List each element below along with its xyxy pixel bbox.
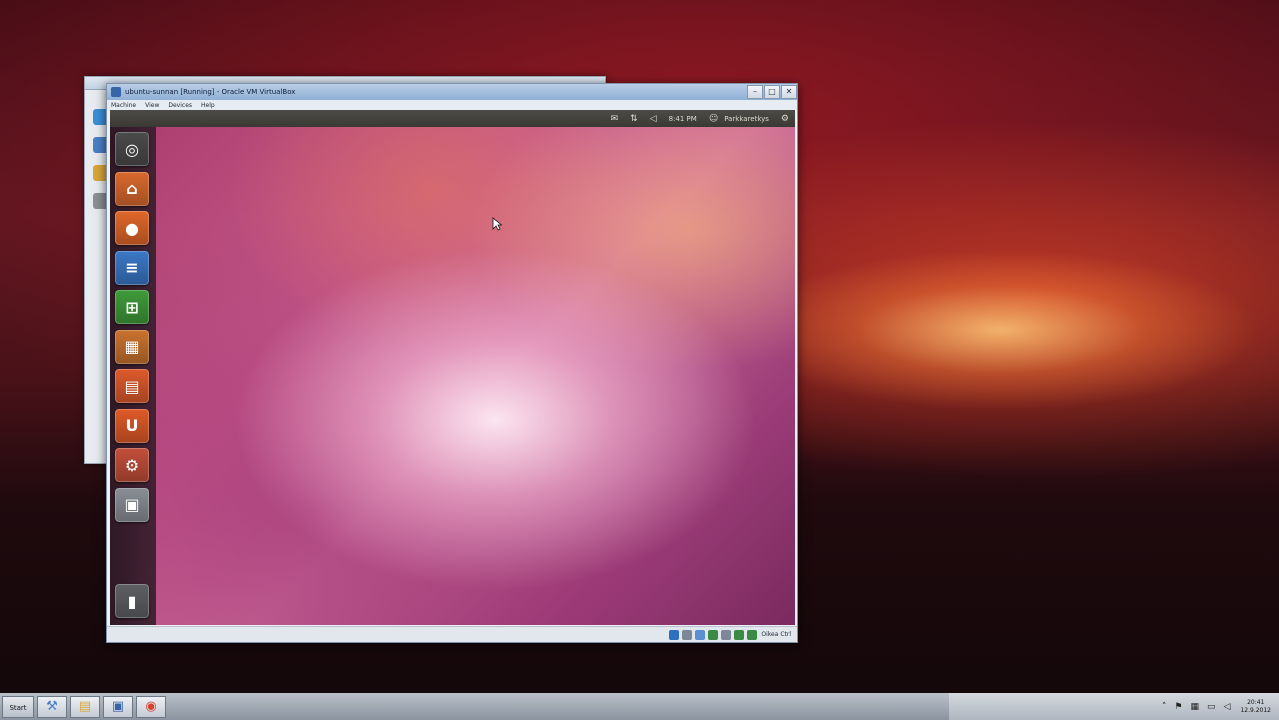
network-icon[interactable] — [708, 629, 719, 640]
explorer-icon: ⚒ — [46, 699, 58, 714]
launcher-home-folder[interactable]: ⌂ — [115, 171, 149, 206]
taskbar-explorer[interactable]: ⚒ — [37, 695, 67, 718]
close-button[interactable]: ✕ — [781, 85, 797, 99]
ubuntu-one-icon: U — [125, 416, 139, 435]
host-key-label: Oikea Ctrl — [761, 631, 791, 638]
tray-time: 20:41 — [1247, 698, 1265, 706]
taskbar-folder[interactable]: ▤ — [70, 695, 100, 718]
system-tray: ˄ ⚑ ▦ ▭ ◁ 20:41 12.9.2012 — [949, 693, 1279, 720]
panel-clock[interactable]: 8:41 PM — [669, 115, 697, 123]
menu-machine[interactable]: Machine — [111, 102, 136, 109]
cd-icon[interactable] — [669, 629, 680, 640]
writer-icon: ≡ — [125, 258, 139, 277]
virtualbox-titlebar[interactable]: ubuntu-sunnan [Running] - Oracle VM Virt… — [107, 84, 797, 100]
monitor-icon[interactable]: ▭ — [1207, 702, 1216, 712]
launcher-software-center[interactable]: ▤ — [115, 369, 149, 403]
network-icon[interactable]: ▦ — [1191, 702, 1200, 712]
mouse-integration-icon[interactable] — [734, 629, 745, 640]
menu-devices[interactable]: Devices — [168, 102, 192, 109]
launcher-calc[interactable]: ⊞ — [115, 290, 149, 324]
user-icon: ☺ — [708, 113, 719, 124]
menu-help[interactable]: Help — [201, 102, 215, 109]
mouse-cursor-icon — [492, 217, 502, 231]
tray-date: 12.9.2012 — [1240, 706, 1271, 714]
folder-icon: ▤ — [78, 699, 92, 714]
mail-icon[interactable]: ✉ — [611, 114, 619, 124]
windows-taskbar: Start ⚒ ▤ ▣ ◉ ˄ ⚑ ▦ ▭ ◁ 20:41 12.9.2012 — [0, 693, 1279, 720]
launcher-trash[interactable]: ▮ — [115, 584, 149, 618]
network-arrows-icon[interactable]: ⇅ — [630, 114, 638, 124]
system-settings-icon: ⚙ — [124, 455, 140, 475]
trash-icon: ▮ — [127, 591, 137, 611]
taskbar-chrome[interactable]: ◉ — [136, 695, 166, 718]
video-capture-icon[interactable] — [721, 629, 732, 640]
virtualbox-window[interactable]: ubuntu-sunnan [Running] - Oracle VM Virt… — [106, 83, 798, 643]
virtualbox-statusbar: Oikea Ctrl — [107, 626, 797, 642]
guest-desktop[interactable]: ✉ ⇅ ◁ 8:41 PM ☺ Parkkaretkys ⚙ ◎ ⌂ ● ≡ ⊞ ▦ ▤ U ⚙… — [110, 110, 795, 625]
chevron-up-icon[interactable]: ˄ — [1162, 702, 1167, 712]
dash-icon: ◎ — [125, 139, 139, 159]
flag-icon[interactable]: ⚑ — [1174, 702, 1182, 712]
launcher-dash[interactable]: ◎ — [115, 132, 149, 166]
ubuntu-top-panel: ✉ ⇅ ◁ 8:41 PM ☺ Parkkaretkys ⚙ — [110, 110, 795, 127]
virtualbox-icon: ▣ — [111, 699, 125, 714]
home-folder-icon: ⌂ — [126, 179, 138, 198]
menubar: Machine View Devices Help — [107, 100, 797, 110]
chrome-icon: ◉ — [145, 699, 157, 714]
calc-icon: ⊞ — [125, 297, 139, 317]
shared-folder-icon[interactable] — [695, 629, 706, 640]
panel-user[interactable]: Parkkaretkys — [724, 115, 769, 123]
unity-launcher: ◎ ⌂ ● ≡ ⊞ ▦ ▤ U ⚙ ▣ ▮ — [110, 127, 156, 625]
firefox-icon: ● — [125, 218, 139, 238]
virtualbox-icon — [111, 87, 121, 97]
start-button[interactable]: Start — [2, 695, 34, 718]
minimize-button[interactable]: – — [747, 85, 763, 99]
usb-icon[interactable] — [682, 629, 693, 640]
launcher-system-settings[interactable]: ⚙ — [115, 448, 149, 482]
speaker-icon[interactable]: ◁ — [1224, 702, 1231, 712]
window-title: ubuntu-sunnan [Running] - Oracle VM Virt… — [125, 88, 296, 96]
launcher-firefox[interactable]: ● — [115, 211, 149, 245]
menu-view[interactable]: View — [145, 102, 159, 109]
impress-icon: ▦ — [124, 337, 140, 356]
workspaces-icon: ▣ — [124, 495, 140, 514]
keyboard-icon[interactable] — [747, 629, 758, 640]
software-center-icon: ▤ — [124, 376, 140, 396]
maximize-button[interactable]: □ — [764, 85, 780, 99]
launcher-ubuntu-one[interactable]: U — [115, 408, 149, 443]
taskbar-virtualbox[interactable]: ▣ — [103, 695, 133, 718]
power-icon[interactable]: ⚙ — [781, 114, 789, 124]
launcher-workspaces[interactable]: ▣ — [115, 487, 149, 522]
speaker-icon[interactable]: ◁ — [650, 114, 657, 124]
tray-clock[interactable]: 20:41 12.9.2012 — [1240, 699, 1271, 715]
launcher-impress[interactable]: ▦ — [115, 329, 149, 364]
launcher-writer[interactable]: ≡ — [115, 250, 149, 285]
